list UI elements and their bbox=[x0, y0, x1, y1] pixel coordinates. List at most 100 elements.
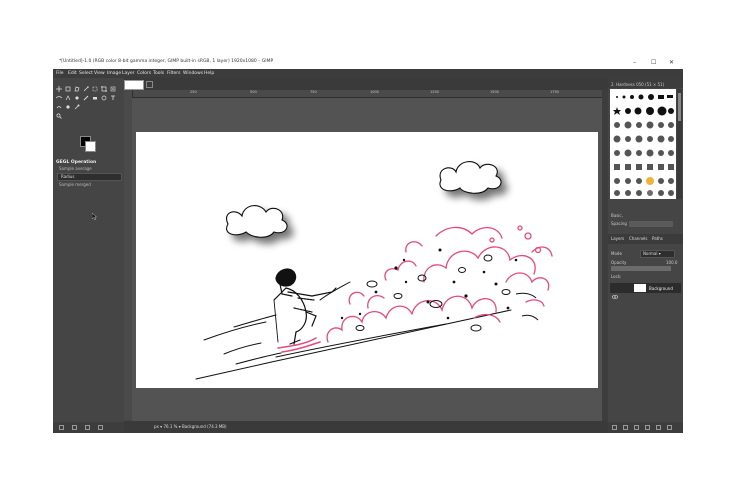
brush-grid[interactable] bbox=[610, 89, 676, 199]
menu-tools[interactable]: Tools bbox=[153, 71, 164, 76]
image-tabs bbox=[124, 78, 608, 90]
menu-select[interactable]: Select bbox=[79, 71, 93, 76]
maximize-button[interactable]: ☐ bbox=[651, 59, 656, 66]
zoom-tool-icon[interactable] bbox=[56, 113, 62, 119]
spacing-label: Spacing bbox=[611, 221, 627, 226]
ruler-tick: 1250 bbox=[430, 90, 439, 94]
tab-channels[interactable]: Channels bbox=[629, 236, 648, 241]
menu-windows[interactable]: Windows bbox=[183, 71, 203, 76]
unified-transform-icon[interactable] bbox=[110, 86, 116, 92]
skier-avalanche-drawing bbox=[195, 161, 553, 380]
tab-menu-icon[interactable] bbox=[146, 81, 153, 88]
background-color-swatch[interactable] bbox=[85, 141, 96, 152]
brushes-header: 2. Hardness 050 (51 × 51) bbox=[608, 78, 683, 88]
avalanche-snow bbox=[326, 225, 553, 343]
menu-colors[interactable]: Colors bbox=[137, 71, 151, 76]
crop-tool-icon[interactable] bbox=[101, 86, 107, 92]
menu-edit[interactable]: Edit bbox=[68, 71, 77, 76]
avalanche-rock-outlines bbox=[355, 254, 539, 332]
new-layer-icon[interactable] bbox=[612, 425, 617, 430]
menu-help[interactable]: Help bbox=[204, 71, 214, 76]
sample-average-checkbox[interactable]: Sample average bbox=[59, 166, 92, 171]
menu-image[interactable]: Image bbox=[107, 71, 121, 76]
ruler-tick: 1500 bbox=[490, 90, 499, 94]
tool-options-title: GEGL Operation bbox=[56, 160, 97, 165]
mode-value: Normal ▾ bbox=[643, 251, 661, 256]
save-options-icon[interactable] bbox=[59, 425, 64, 430]
brush-scroll-thumb[interactable] bbox=[678, 93, 681, 121]
tab-paths[interactable]: Paths bbox=[652, 236, 663, 241]
status-bar: px ▾ 76.1 % ▾ Background (74.3 MB) bbox=[124, 421, 608, 433]
paths-tool-icon[interactable] bbox=[65, 95, 71, 101]
bucket-fill-icon[interactable] bbox=[74, 95, 80, 101]
ruler-tick: 750 bbox=[310, 90, 317, 94]
operation-select[interactable]: Radius bbox=[57, 173, 122, 181]
horizontal-ruler: 250 500 750 1000 1250 1500 1750 bbox=[132, 90, 602, 98]
skier-figure bbox=[273, 268, 337, 345]
spacing-slider[interactable] bbox=[629, 221, 673, 227]
ruler-tick: 250 bbox=[190, 90, 197, 94]
slope-lines bbox=[195, 281, 512, 380]
ruler-tick: 500 bbox=[250, 90, 257, 94]
delete-options-icon[interactable] bbox=[85, 425, 90, 430]
tool-options-panel: GEGL Operation Sample average Radius Sam… bbox=[53, 159, 124, 199]
menu-view[interactable]: View bbox=[94, 71, 105, 76]
layer-thumbnail bbox=[634, 284, 646, 292]
dodge-burn-icon[interactable] bbox=[65, 104, 71, 110]
gimp-window: *[Untitled]-1.0 (RGB color 8-bit gamma i… bbox=[53, 57, 683, 433]
toolbox-bottom-bar bbox=[53, 422, 124, 433]
ruler-tick: 1750 bbox=[550, 90, 559, 94]
menu-filters[interactable]: Filters bbox=[167, 71, 181, 76]
reset-options-icon[interactable] bbox=[98, 425, 103, 430]
dock-bottom-bar bbox=[608, 422, 683, 433]
duplicate-layer-icon[interactable] bbox=[645, 425, 650, 430]
layer-row-background[interactable]: Background bbox=[610, 283, 681, 299]
operation-select-value: Radius bbox=[61, 174, 75, 179]
layers-tabs: Layers Channels Paths bbox=[608, 234, 683, 244]
right-dock: 2. Hardness 050 (51 × 51) Basic, Spacing… bbox=[608, 78, 683, 433]
close-button[interactable]: ✕ bbox=[669, 59, 674, 66]
toolbox: GEGL Operation Sample average Radius Sam… bbox=[53, 78, 124, 422]
align-tool-icon[interactable] bbox=[65, 86, 71, 92]
lower-layer-icon[interactable] bbox=[634, 425, 639, 430]
opacity-slider[interactable] bbox=[611, 266, 671, 271]
tab-layers[interactable]: Layers bbox=[611, 236, 624, 241]
image-canvas[interactable] bbox=[136, 132, 598, 388]
clone-tool-icon[interactable] bbox=[101, 95, 107, 101]
image-thumbnail-tab[interactable] bbox=[124, 80, 144, 90]
delete-layer-icon[interactable] bbox=[667, 425, 672, 430]
paintbrush-icon[interactable] bbox=[83, 95, 89, 101]
move-tool-icon[interactable] bbox=[56, 86, 62, 92]
color-picker-icon[interactable] bbox=[74, 104, 80, 110]
brush-name: 2. Hardness 050 (51 × 51) bbox=[611, 82, 665, 87]
mouse-pointer-icon bbox=[91, 205, 98, 221]
layer-name: Background bbox=[649, 286, 673, 291]
free-select-icon[interactable] bbox=[74, 86, 80, 92]
fuzzy-select-icon[interactable] bbox=[83, 86, 89, 92]
cloud-right bbox=[439, 161, 502, 194]
rect-select-icon[interactable] bbox=[92, 86, 98, 92]
mode-label: Mode bbox=[611, 251, 622, 256]
menu-layer[interactable]: Layer bbox=[122, 71, 135, 76]
lock-label: Lock: bbox=[611, 274, 622, 279]
eye-icon[interactable] bbox=[611, 285, 619, 299]
smudge-tool-icon[interactable] bbox=[56, 104, 62, 110]
minimize-button[interactable]: – bbox=[633, 59, 636, 66]
status-text: px ▾ 76.1 % ▾ Background (74.3 MB) bbox=[154, 424, 227, 429]
mode-select[interactable]: Normal ▾ bbox=[640, 250, 675, 258]
opacity-value: 100.0 bbox=[666, 260, 678, 265]
warp-transform-icon[interactable] bbox=[56, 95, 62, 101]
opacity-label: Opacity bbox=[611, 260, 627, 265]
cloud-left bbox=[226, 205, 288, 238]
eraser-icon[interactable] bbox=[92, 95, 98, 101]
menu-file[interactable]: File bbox=[56, 71, 64, 76]
anchor-layer-icon[interactable] bbox=[656, 425, 661, 430]
window-title: *[Untitled]-1.0 (RGB color 8-bit gamma i… bbox=[59, 59, 274, 64]
ruler-tick: 1000 bbox=[370, 90, 379, 94]
restore-options-icon[interactable] bbox=[72, 425, 77, 430]
text-tool-icon[interactable] bbox=[110, 95, 116, 101]
raise-layer-icon[interactable] bbox=[623, 425, 628, 430]
menu-bar: File Edit Select View Image Layer Colors… bbox=[53, 69, 683, 78]
title-bar: *[Untitled]-1.0 (RGB color 8-bit gamma i… bbox=[53, 57, 683, 69]
sample-merged-checkbox[interactable]: Sample merged bbox=[59, 182, 91, 187]
